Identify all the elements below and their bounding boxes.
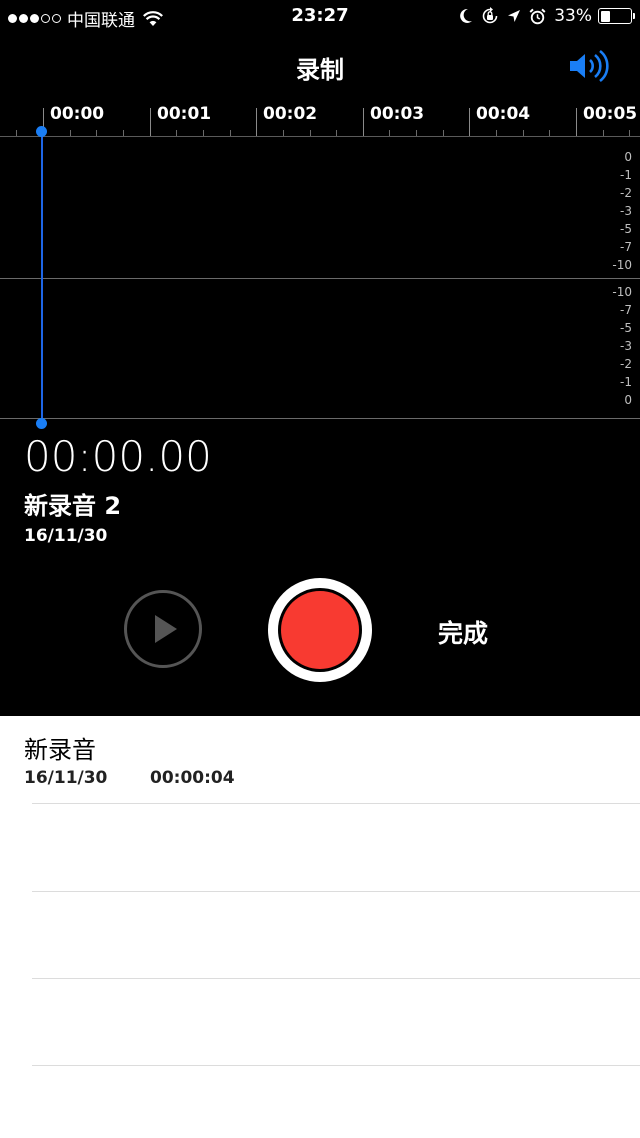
db-label: -7 <box>620 303 632 317</box>
db-label: -5 <box>620 222 632 236</box>
timeline-label: 00:00 <box>50 104 105 124</box>
db-label: -7 <box>620 240 632 254</box>
battery-percentage: 33% <box>554 6 592 26</box>
record-icon <box>281 591 359 669</box>
alarm-clock-icon <box>529 8 546 24</box>
list-item-date: 16/11/30 <box>24 768 108 788</box>
db-label: -5 <box>620 321 632 335</box>
list-separator <box>32 978 640 979</box>
timeline-ruler[interactable]: 00:00 00:01 00:02 00:03 00:04 00:05 <box>0 96 640 138</box>
done-button[interactable]: 完成 <box>438 614 488 650</box>
list-separator <box>32 803 640 804</box>
major-tick <box>469 108 470 136</box>
location-arrow-icon <box>508 10 521 22</box>
db-label: -2 <box>620 357 632 371</box>
list-separator <box>32 891 640 892</box>
timeline-label: 00:02 <box>263 104 318 124</box>
playhead-handle-top[interactable] <box>36 126 47 137</box>
battery-icon <box>598 8 635 24</box>
timeline-label: 00:05 <box>583 104 638 124</box>
major-tick <box>150 108 151 136</box>
major-tick <box>576 108 577 136</box>
play-icon <box>155 615 177 643</box>
list-item-duration: 00:00:04 <box>150 768 235 788</box>
play-button[interactable] <box>124 590 202 668</box>
list-separator <box>32 1065 640 1066</box>
orientation-lock-icon <box>482 7 498 24</box>
moon-icon <box>460 8 473 23</box>
waveform-area[interactable]: 0 -1 -2 -3 -5 -7 -10 -10 -7 -5 -3 -2 -1 … <box>0 138 640 418</box>
db-label: -10 <box>612 258 632 272</box>
db-label: 0 <box>624 150 632 164</box>
db-label: -3 <box>620 204 632 218</box>
list-item-name: 新录音 <box>24 736 96 764</box>
channel-bottom: -10 -7 -5 -3 -2 -1 0 <box>0 278 640 419</box>
recordings-list: 新录音 16/11/30 00:00:04 <box>0 716 640 1138</box>
db-label: -1 <box>620 168 632 182</box>
recording-date: 16/11/30 <box>24 526 108 546</box>
speaker-volume-icon[interactable] <box>568 48 612 84</box>
page-title: 录制 <box>296 56 344 84</box>
playhead[interactable] <box>41 132 43 424</box>
channel-top: 0 -1 -2 -3 -5 -7 -10 <box>0 138 640 278</box>
playhead-handle-bottom[interactable] <box>36 418 47 429</box>
major-tick <box>363 108 364 136</box>
status-bar: 中国联通 23:27 33% <box>0 0 640 34</box>
timeline-label: 00:03 <box>370 104 425 124</box>
db-label: 0 <box>624 393 632 407</box>
recording-name[interactable]: 新录音 2 <box>24 486 121 521</box>
waveform-bottom-line <box>0 418 640 419</box>
record-button[interactable] <box>268 578 372 682</box>
battery-level <box>600 10 611 22</box>
elapsed-time: 00:00.00 <box>24 432 212 481</box>
timeline-label: 00:01 <box>157 104 212 124</box>
db-label: -1 <box>620 375 632 389</box>
timeline-baseline <box>0 136 640 137</box>
db-label: -2 <box>620 186 632 200</box>
major-tick <box>256 108 257 136</box>
db-label: -3 <box>620 339 632 353</box>
db-label: -10 <box>612 285 632 299</box>
timeline-label: 00:04 <box>476 104 531 124</box>
list-item[interactable]: 新录音 16/11/30 00:00:04 <box>0 716 640 804</box>
recorder-panel: 中国联通 23:27 33% 录制 00:00 00:01 00:02 00:0… <box>0 0 640 716</box>
